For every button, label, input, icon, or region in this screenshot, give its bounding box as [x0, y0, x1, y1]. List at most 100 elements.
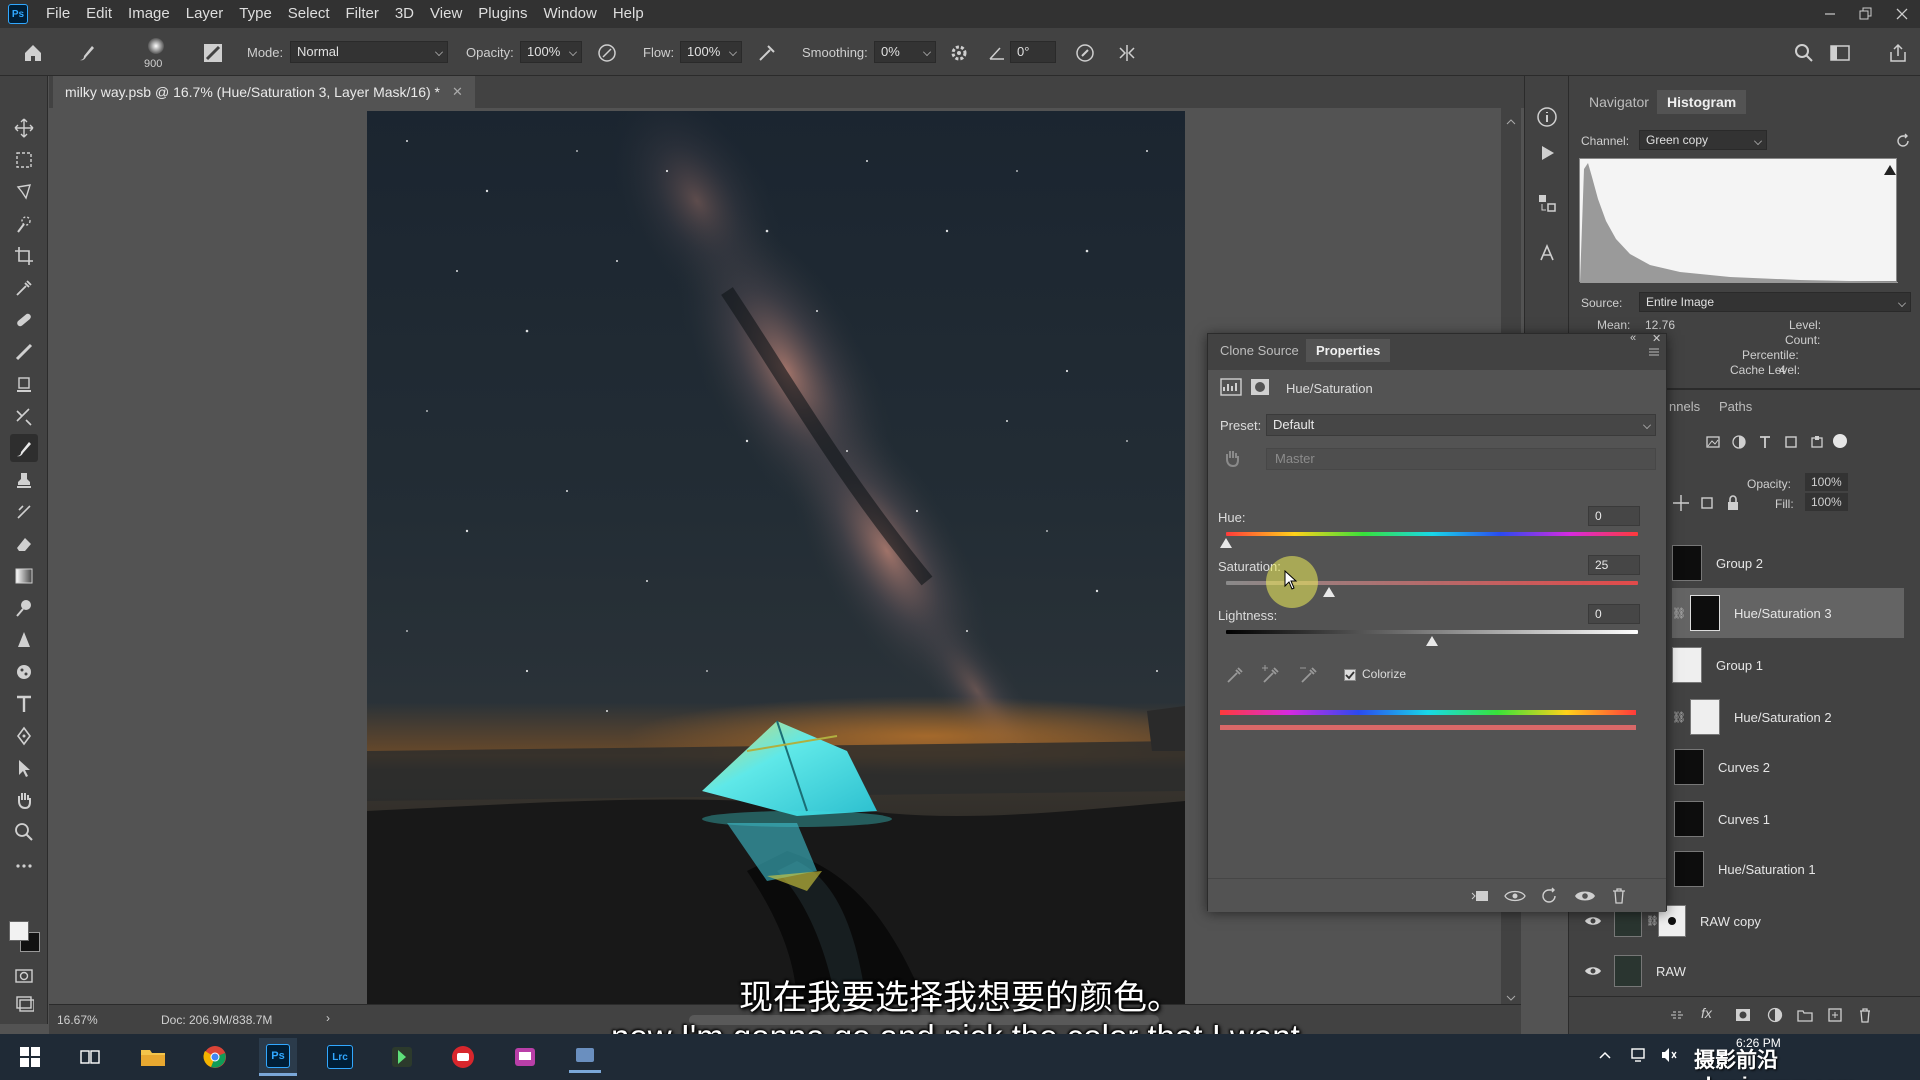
- milky-way-photo[interactable]: [367, 111, 1185, 1007]
- photoshop-logo-icon[interactable]: Ps: [8, 4, 28, 24]
- hue-slider-thumb[interactable]: [1220, 538, 1232, 548]
- menu-select[interactable]: Select: [280, 0, 338, 28]
- stamp-tool-icon[interactable]: [10, 466, 38, 494]
- clone-stamp-tool-icon[interactable]: [10, 370, 38, 398]
- menu-edit[interactable]: Edit: [78, 0, 120, 28]
- close-tab-icon[interactable]: ✕: [452, 84, 463, 100]
- search-icon[interactable]: [1793, 42, 1815, 64]
- info-icon[interactable]: [1536, 106, 1558, 128]
- mode-select[interactable]: Normal: [290, 41, 448, 63]
- task-view-icon[interactable]: [74, 1041, 106, 1073]
- lightness-slider-thumb[interactable]: [1426, 636, 1438, 646]
- healing-brush-tool-icon[interactable]: [10, 306, 38, 334]
- layer-opacity-value[interactable]: 100%: [1805, 473, 1848, 491]
- refresh-histogram-icon[interactable]: [1895, 133, 1911, 149]
- pen-tool-icon[interactable]: [10, 722, 38, 750]
- symmetry-icon[interactable]: [1116, 42, 1138, 64]
- character-icon[interactable]: [1536, 242, 1558, 264]
- lock-all-icon[interactable]: [1724, 494, 1742, 512]
- preset-select[interactable]: Default: [1266, 414, 1656, 436]
- saturation-slider-thumb[interactable]: [1323, 587, 1335, 597]
- filter-type-icon[interactable]: [1757, 434, 1773, 450]
- sponge-tool-icon[interactable]: [10, 658, 38, 686]
- dodge-tool-icon[interactable]: [10, 594, 38, 622]
- color-swatches[interactable]: [6, 918, 42, 954]
- saturation-input[interactable]: 25: [1588, 555, 1640, 575]
- home-icon[interactable]: [22, 42, 44, 64]
- layer-row-curves-2[interactable]: Curves 2: [1672, 742, 1904, 792]
- tab-properties[interactable]: Properties: [1306, 339, 1391, 362]
- hue-input[interactable]: 0: [1588, 506, 1640, 526]
- tab-histogram[interactable]: Histogram: [1657, 90, 1747, 114]
- eyedropper-tool-icon[interactable]: [10, 274, 38, 302]
- tab-navigator[interactable]: Navigator: [1579, 90, 1659, 114]
- tab-clone-source[interactable]: Clone Source: [1210, 339, 1309, 362]
- panel-menu-icon[interactable]: [1648, 346, 1660, 358]
- gradient-tool-icon[interactable]: [10, 562, 38, 590]
- toggle-visibility-icon[interactable]: [1574, 887, 1596, 905]
- clip-to-layer-icon[interactable]: [1470, 887, 1490, 905]
- brush-tool-alt-icon[interactable]: [10, 338, 38, 366]
- lock-position-icon[interactable]: [1672, 494, 1690, 512]
- lightness-input[interactable]: 0: [1588, 604, 1640, 624]
- lightroom-classic-icon[interactable]: Lrc: [324, 1041, 356, 1073]
- filter-toggle-icon[interactable]: [1833, 434, 1847, 448]
- active-app-icon[interactable]: [569, 1041, 601, 1073]
- workspace-icon[interactable]: [1829, 42, 1851, 64]
- eyedropper-icon[interactable]: [1224, 664, 1246, 686]
- layer-row-curves-1[interactable]: Curves 1: [1672, 794, 1904, 844]
- targeted-adjustment-hand-icon[interactable]: [1222, 448, 1242, 468]
- tab-paths[interactable]: Paths: [1719, 399, 1752, 414]
- channel-select[interactable]: Green copy: [1639, 130, 1767, 150]
- path-selection-tool-icon[interactable]: [10, 754, 38, 782]
- mask-icon[interactable]: [1250, 378, 1270, 396]
- collapse-panel-icon[interactable]: «: [1630, 332, 1646, 346]
- view-previous-state-icon[interactable]: [1504, 887, 1526, 905]
- layer-row-group-1[interactable]: Group 1: [1672, 640, 1904, 690]
- smoothing-field[interactable]: 0%: [874, 41, 936, 63]
- file-explorer-icon[interactable]: [137, 1041, 169, 1073]
- menu-filter[interactable]: Filter: [338, 0, 387, 28]
- hand-tool-icon[interactable]: [10, 786, 38, 814]
- menu-plugins[interactable]: Plugins: [470, 0, 535, 28]
- hue-slider-track[interactable]: [1226, 532, 1638, 536]
- chrome-icon[interactable]: [199, 1041, 231, 1073]
- minimize-icon[interactable]: [1812, 0, 1848, 28]
- share-icon[interactable]: [1887, 42, 1909, 64]
- visibility-eye-icon[interactable]: [1580, 915, 1614, 927]
- menu-window[interactable]: Window: [535, 0, 604, 28]
- restore-icon[interactable]: [1848, 0, 1884, 28]
- layer-fill-value[interactable]: 100%: [1805, 493, 1848, 511]
- brush-tool-icon[interactable]: [10, 434, 38, 462]
- actions-play-icon[interactable]: [1536, 142, 1558, 164]
- filter-shape-icon[interactable]: [1783, 434, 1799, 450]
- range-select[interactable]: Master: [1266, 448, 1656, 470]
- document-tab[interactable]: milky way.psb @ 16.7% (Hue/Saturation 3,…: [53, 76, 475, 108]
- sharpen-tool-icon[interactable]: [10, 626, 38, 654]
- tray-overflow-icon[interactable]: [1598, 1048, 1612, 1062]
- more-tools-icon[interactable]: [10, 852, 38, 880]
- layer-row-hue-saturation-3[interactable]: ⛓ Hue/Saturation 3: [1672, 588, 1904, 638]
- green-app-icon[interactable]: [386, 1041, 418, 1073]
- close-window-icon[interactable]: [1884, 0, 1920, 28]
- menu-image[interactable]: Image: [120, 0, 178, 28]
- lightness-slider-track[interactable]: [1226, 630, 1638, 634]
- history-brush-tool-icon[interactable]: [10, 402, 38, 430]
- lock-artboard-icon[interactable]: [1698, 494, 1716, 512]
- colorize-checkbox[interactable]: [1344, 669, 1356, 681]
- angle-field[interactable]: 0°: [1010, 41, 1056, 63]
- tray-volume-muted-icon[interactable]: [1660, 1046, 1678, 1064]
- chain-link-icon[interactable]: ⛓: [1646, 916, 1659, 927]
- filter-adjustment-icon[interactable]: [1731, 434, 1747, 450]
- menu-help[interactable]: Help: [605, 0, 652, 28]
- layer-row-hue-saturation-1[interactable]: Hue/Saturation 1: [1672, 844, 1904, 894]
- opacity-field[interactable]: 100%: [520, 41, 582, 63]
- reset-icon[interactable]: [1540, 887, 1560, 905]
- eyedropper-add-icon[interactable]: [1260, 664, 1282, 686]
- menu-type[interactable]: Type: [231, 0, 280, 28]
- close-panel-icon[interactable]: ✕: [1652, 332, 1666, 346]
- eyedropper-subtract-icon[interactable]: [1298, 664, 1320, 686]
- zoom-tool-icon[interactable]: [10, 818, 38, 846]
- chain-link-icon[interactable]: ⛓: [1672, 607, 1690, 620]
- brush-settings-icon[interactable]: [202, 42, 224, 64]
